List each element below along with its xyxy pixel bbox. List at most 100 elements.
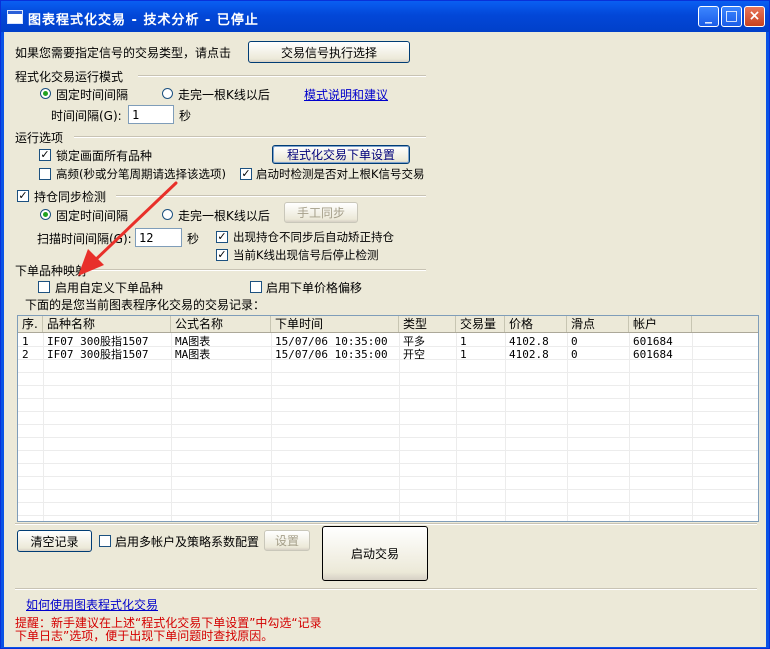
mode-interval-input[interactable] [128,105,174,124]
row-formula: MA图表 [175,348,211,361]
lock-checkbox[interactable]: ✓ [39,149,51,161]
row-volume: 1 [460,348,467,361]
footer-divider [15,588,757,590]
options-group-divider [74,136,426,138]
arrow-shaft [88,181,178,267]
mode-bar-label[interactable]: 走完一根K线以后 [178,86,270,103]
mode-interval-unit: 秒 [179,109,192,123]
auto-fix-checkbox[interactable]: ✓ [216,231,228,243]
options-group-label: 运行选项 [15,131,64,145]
table-header: 序. 品种名称 公式名称 下单时间 类型 交易量 价格 滑点 帐户 [18,316,758,333]
row-index: 2 [22,348,29,361]
annotation-arrow [78,181,178,276]
column-divider [171,333,172,521]
row-symbol: IF07 300股指1507 [47,348,149,361]
multi-account-checkbox[interactable] [99,535,111,547]
stop-check-checkbox[interactable]: ✓ [216,249,228,261]
row-gridline [18,450,758,451]
column-header[interactable]: 下单时间 [271,316,399,332]
multi-account-label[interactable]: 启用多帐户及策略系数配置 [115,533,259,550]
title-bar[interactable]: 图表程式化交易 - 技术分析 - 已停止 _ □ × [1,1,769,32]
row-gridline [18,463,758,464]
column-divider [629,333,630,521]
dialog-body: 如果您需要指定信号的交易类型，请点击 交易信号执行选择 程式化交易运行模式 固定… [4,32,766,647]
column-header[interactable]: 序. [18,316,43,332]
check-signal-label[interactable]: 启动时检测是否对上根K信号交易 [256,166,425,182]
stop-check-label[interactable]: 当前K线出现信号后停止检测 [233,247,379,263]
column-header[interactable]: 滑点 [567,316,629,332]
row-symbol: IF07 300股指1507 [47,335,149,348]
row-index: 1 [22,335,29,348]
clear-records-button[interactable]: 清空记录 [17,530,92,552]
records-caption: 下面的是您当前图表程序化交易的交易记录： [25,298,266,312]
row-gridline [18,372,758,373]
column-divider [271,333,272,521]
arrow-head [78,249,104,276]
mode-group-label: 程式化交易运行模式 [15,70,124,84]
start-trading-button[interactable]: 启动交易 [322,526,428,581]
trade-records-table[interactable]: 序. 品种名称 公式名称 下单时间 类型 交易量 价格 滑点 帐户 1 IF07… [17,315,759,522]
auto-fix-label[interactable]: 出现持仓不同步后自动矫正持仓 [233,229,394,245]
column-header[interactable]: 品种名称 [43,316,171,332]
row-formula: MA图表 [175,335,211,348]
order-settings-button[interactable]: 程式化交易下单设置 [272,145,410,164]
row-gridline [18,437,758,438]
signal-select-button[interactable]: 交易信号执行选择 [248,41,410,63]
row-gridline [18,398,758,399]
column-divider [43,333,44,521]
tip-line-2: 下单日志”选项，便于出现下单问题时查找原因。 [15,629,274,643]
sync-fixed-radio[interactable] [40,209,51,220]
close-icon[interactable]: × [744,6,765,27]
sync-bar-label[interactable]: 走完一根K线以后 [178,207,270,224]
high-freq-checkbox[interactable] [39,168,51,180]
row-gridline [18,476,758,477]
bottom-divider [15,523,757,525]
row-account: 601684 [633,335,673,348]
price-offset-label[interactable]: 启用下单价格偏移 [266,279,362,296]
manual-sync-button[interactable]: 手工同步 [284,202,358,223]
column-header[interactable]: 帐户 [629,316,692,332]
custom-symbol-checkbox[interactable] [38,281,50,293]
row-gridline [18,489,758,490]
mode-group-divider [138,75,426,77]
column-header[interactable]: 价格 [505,316,567,332]
column-divider [505,333,506,521]
row-gridline [18,411,758,412]
minimize-icon[interactable]: _ [698,6,719,27]
row-slippage: 0 [571,335,578,348]
mode-fixed-radio[interactable] [40,88,51,99]
multi-settings-button[interactable]: 设置 [264,530,310,551]
row-price: 4102.8 [509,335,549,348]
mode-interval-label: 时间间隔(G): [51,109,122,123]
mode-fixed-label[interactable]: 固定时间间隔 [56,86,128,103]
column-header[interactable]: 公式名称 [171,316,271,332]
row-time: 15/07/06 10:35:00 [275,348,388,361]
column-header[interactable]: 交易量 [456,316,505,332]
mode-bar-radio[interactable] [162,88,173,99]
sync-interval-unit: 秒 [187,232,200,246]
column-divider [567,333,568,521]
price-offset-checkbox[interactable] [250,281,262,293]
maximize-icon[interactable]: □ [721,6,742,27]
sync-checkbox[interactable]: ✓ [17,190,29,202]
signal-prompt: 如果您需要指定信号的交易类型，请点击 [15,46,232,60]
row-type: 开空 [403,348,425,361]
column-divider [399,333,400,521]
lock-label[interactable]: 锁定画面所有品种 [56,147,152,164]
column-divider [692,333,693,521]
app-window-icon [7,10,23,24]
column-header[interactable]: 类型 [399,316,456,332]
row-gridline [18,424,758,425]
row-type: 平多 [403,335,425,348]
row-time: 15/07/06 10:35:00 [275,335,388,348]
row-gridline [18,385,758,386]
window-title: 图表程式化交易 - 技术分析 - 已停止 [28,13,259,28]
row-gridline [18,515,758,516]
check-signal-checkbox[interactable]: ✓ [240,168,252,180]
column-divider [456,333,457,521]
mode-help-link[interactable]: 模式说明和建议 [304,86,388,103]
application-window: 图表程式化交易 - 技术分析 - 已停止 _ □ × 如果您需要指定信号的交易类… [0,0,770,649]
row-volume: 1 [460,335,467,348]
row-account: 601684 [633,348,673,361]
help-link[interactable]: 如何使用图表程式化交易 [26,596,158,613]
